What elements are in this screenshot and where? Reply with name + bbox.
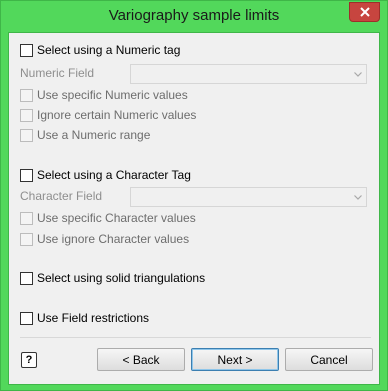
numeric-range-checkbox[interactable]: Use a Numeric range: [20, 127, 150, 143]
field-restrictions-label: Use Field restrictions: [37, 311, 150, 325]
numeric-specific-label: Use specific Numeric values: [37, 88, 188, 102]
character-field-dropdown[interactable]: [130, 187, 367, 207]
numeric-tag-label: Select using a Numeric tag: [37, 43, 181, 57]
field-restrictions-checkbox[interactable]: Use Field restrictions: [20, 310, 149, 326]
character-tag-checkbox[interactable]: Select using a Character Tag: [20, 167, 191, 183]
numeric-field-dropdown[interactable]: [130, 64, 367, 84]
numeric-specific-checkbox[interactable]: Use specific Numeric values: [20, 87, 188, 103]
checkbox-box[interactable]: [20, 88, 33, 102]
numeric-field-label: Numeric Field: [20, 66, 95, 80]
chevron-down-icon: [350, 65, 366, 83]
close-button[interactable]: [349, 2, 380, 22]
character-ignore-checkbox[interactable]: Use ignore Character values: [20, 231, 189, 247]
title-bar[interactable]: Variography sample limits: [1, 1, 387, 32]
solid-triangulations-checkbox[interactable]: Select using solid triangulations: [20, 270, 205, 286]
checkbox-box[interactable]: [20, 43, 33, 57]
character-ignore-label: Use ignore Character values: [37, 232, 190, 246]
numeric-range-label: Use a Numeric range: [37, 128, 151, 142]
checkbox-box[interactable]: [20, 168, 33, 182]
dialog-content: Select using a Numeric tag Numeric Field…: [8, 32, 380, 385]
footer-divider: [20, 337, 371, 338]
next-button[interactable]: Next >: [191, 348, 279, 371]
chevron-down-icon: [350, 188, 366, 206]
close-icon: [359, 7, 370, 17]
checkbox-box[interactable]: [20, 271, 33, 285]
checkbox-box[interactable]: [20, 232, 33, 246]
back-button[interactable]: < Back: [97, 348, 185, 371]
help-glyph: ?: [25, 354, 33, 366]
checkbox-box[interactable]: [20, 128, 33, 142]
solid-triangulations-label: Select using solid triangulations: [37, 271, 206, 285]
dialog-window: Variography sample limits Select using a…: [0, 0, 388, 391]
character-specific-label: Use specific Character values: [37, 211, 196, 225]
character-tag-label: Select using a Character Tag: [37, 168, 191, 182]
character-field-label: Character Field: [20, 189, 103, 203]
checkbox-box[interactable]: [20, 211, 33, 225]
numeric-ignore-label: Ignore certain Numeric values: [37, 108, 197, 122]
cancel-button[interactable]: Cancel: [285, 348, 373, 371]
window-title: Variography sample limits: [108, 7, 280, 24]
checkbox-box[interactable]: [20, 311, 33, 325]
numeric-tag-checkbox[interactable]: Select using a Numeric tag: [20, 42, 180, 58]
checkbox-box[interactable]: [20, 108, 33, 122]
help-icon[interactable]: ?: [21, 352, 37, 368]
numeric-ignore-checkbox[interactable]: Ignore certain Numeric values: [20, 107, 196, 123]
character-specific-checkbox[interactable]: Use specific Character values: [20, 210, 196, 226]
